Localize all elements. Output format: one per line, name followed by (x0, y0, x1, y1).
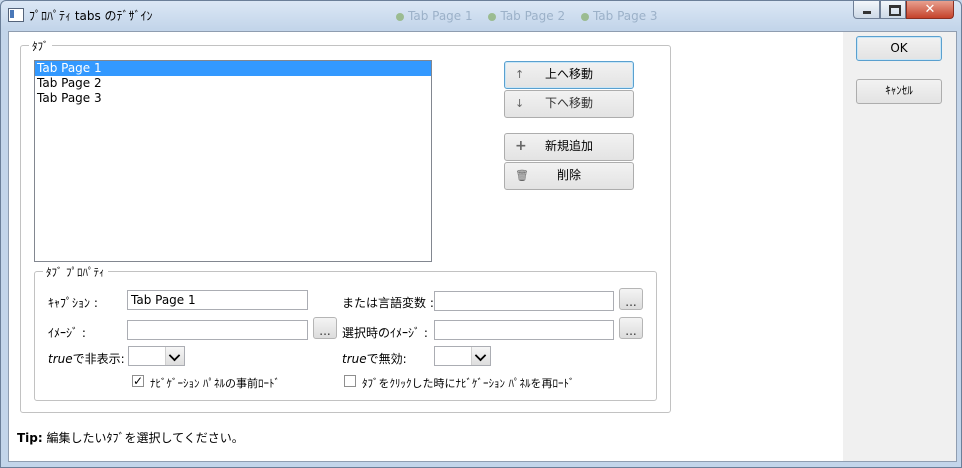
minimize-icon (863, 11, 871, 14)
tab-list[interactable]: Tab Page 1 Tab Page 2 Tab Page 3 (34, 60, 432, 262)
dialog-window: ﾌﾟﾛﾊﾟﾃｨ tabs のﾃﾞｻﾞｲﾝ Tab Page 1 Tab Page… (0, 0, 962, 468)
hide-combo[interactable] (128, 346, 185, 366)
move-up-button[interactable]: ↑ 上へ移動 (504, 61, 634, 89)
chevron-down-icon[interactable] (471, 347, 490, 365)
trash-icon: 🗑 (515, 169, 529, 182)
caption-label: ｷｬﾌﾟｼｮﾝ : (48, 296, 98, 310)
dialog-client-area: ﾀﾌﾞ Tab Page 1 Tab Page 2 Tab Page 3 ↑ 上… (8, 31, 957, 462)
language-variable-label: または言語変数 : (342, 296, 434, 310)
move-down-button[interactable]: ↓ 下へ移動 (504, 90, 634, 118)
plus-icon: + (515, 138, 527, 154)
tabs-group-label: ﾀﾌﾞ (29, 38, 52, 54)
background-tabs: Tab Page 1 Tab Page 2 Tab Page 3 (396, 9, 670, 23)
list-item[interactable]: Tab Page 3 (35, 91, 431, 106)
reload-label: ﾀﾌﾞをｸﾘｯｸした時にﾅﾋﾞｹﾞｰｼｮﾝ ﾊﾟﾈﾙを再ﾛｰﾄﾞ (362, 377, 575, 390)
background-tab: Tab Page 2 (488, 9, 565, 23)
window-title: ﾌﾟﾛﾊﾟﾃｨ tabs のﾃﾞｻﾞｲﾝ (29, 9, 153, 23)
preload-label: ﾅﾋﾞｹﾞｰｼｮﾝ ﾊﾟﾈﾙの事前ﾛｰﾄﾞ (150, 377, 280, 390)
selected-image-input[interactable] (434, 320, 614, 340)
title-bar[interactable]: ﾌﾟﾛﾊﾟﾃｨ tabs のﾃﾞｻﾞｲﾝ Tab Page 1 Tab Page… (1, 1, 961, 31)
preload-checkbox[interactable]: ✓ (132, 375, 144, 387)
language-variable-browse-button[interactable]: ... (619, 288, 643, 310)
caption-input[interactable]: Tab Page 1 (127, 290, 308, 310)
minimize-button[interactable] (853, 1, 880, 19)
disable-combo[interactable] (434, 346, 491, 366)
maximize-icon (889, 5, 901, 16)
list-item[interactable]: Tab Page 2 (35, 76, 431, 91)
background-tab: Tab Page 1 (396, 9, 473, 23)
tab-dot-icon (580, 12, 589, 21)
reload-checkbox[interactable] (344, 375, 356, 387)
hide-label: trueで非表示: (48, 352, 125, 366)
language-variable-input[interactable] (434, 291, 614, 311)
selected-image-browse-button[interactable]: ... (619, 317, 643, 339)
image-input[interactable] (127, 320, 308, 340)
arrow-down-icon: ↓ (515, 97, 525, 110)
tab-dot-icon (396, 12, 404, 21)
window-icon (8, 8, 24, 22)
chevron-down-icon[interactable] (165, 347, 184, 365)
selected-image-label: 選択時のｲﾒｰｼﾞ : (342, 326, 428, 340)
disable-label: trueで無効: (342, 352, 407, 366)
tab-dot-icon (488, 12, 497, 21)
list-item[interactable]: Tab Page 1 (35, 61, 431, 76)
cancel-button[interactable]: ｷｬﾝｾﾙ (856, 79, 942, 104)
background-tab: Tab Page 3 (580, 9, 658, 23)
delete-button[interactable]: 🗑 削除 (504, 162, 634, 190)
image-browse-button[interactable]: ... (313, 317, 337, 339)
tip-text: Tip: 編集したいﾀﾌﾞを選択してください。 (17, 431, 244, 445)
tab-properties-label: ﾀﾌﾞ ﾌﾟﾛﾊﾟﾃｨ (43, 264, 108, 280)
ok-button[interactable]: OK (856, 36, 942, 61)
add-new-button[interactable]: + 新規追加 (504, 133, 634, 161)
arrow-up-icon: ↑ (515, 68, 525, 81)
close-icon: ✕ (924, 2, 936, 17)
close-button[interactable]: ✕ (906, 1, 954, 19)
image-label: ｲﾒｰｼﾞ : (48, 326, 86, 340)
maximize-button[interactable] (880, 1, 906, 19)
